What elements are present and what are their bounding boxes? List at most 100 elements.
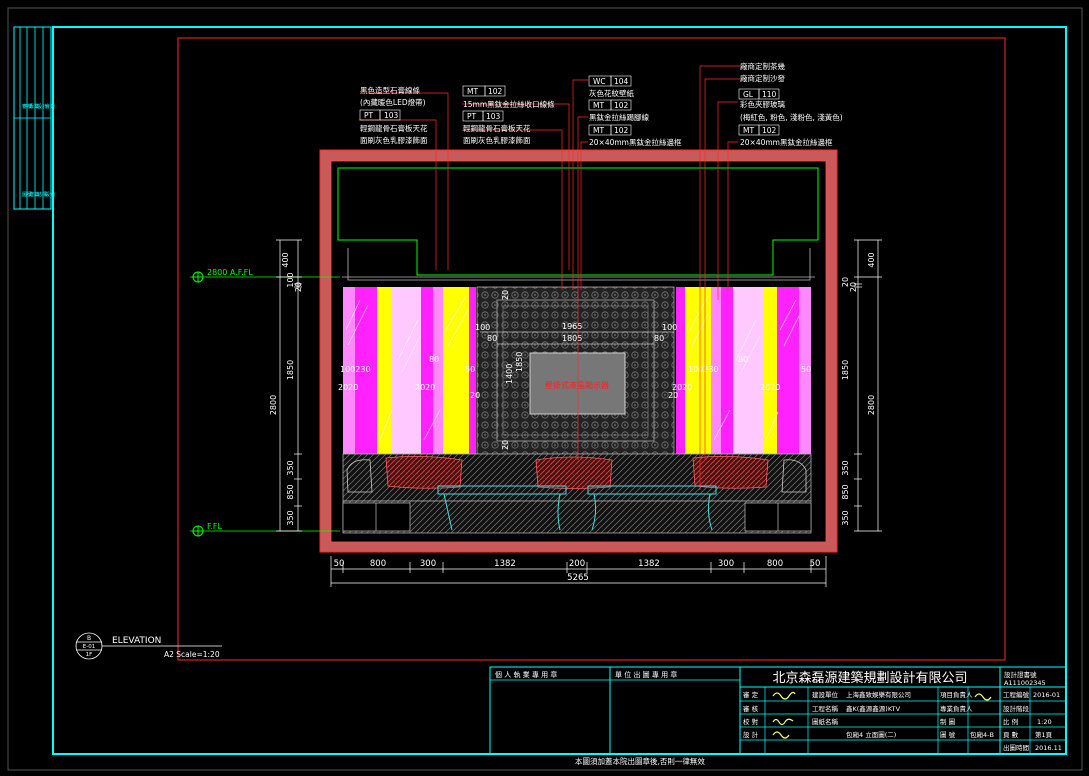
callout-mid-left: MT 102 15mm黑鈦金拉絲收口線條 PT 103 輕鋼龍骨石膏板天花 面刷… — [462, 85, 555, 145]
callout-text: (內藏暖色LED燈帶) — [360, 97, 426, 107]
tb-label: 設計階段 — [1003, 704, 1030, 713]
callout-text: 輕鋼龍骨石膏板天花 — [463, 123, 531, 133]
dim-label: 2020 — [338, 383, 358, 392]
dim-label: 350 — [841, 460, 850, 475]
tag-top: B — [87, 635, 91, 642]
tb-label: 制 圖 — [940, 717, 955, 726]
tb-label: 工程編號 — [1003, 690, 1030, 699]
dim-label: 80 — [487, 334, 497, 343]
tb-value: 2016-01 — [1033, 691, 1060, 699]
callout-text: 20×40mm黑鈦金拉絲邊框 — [589, 137, 682, 147]
elevation-tag: B E-01 1F ELEVATION A2 Scale=1:20 — [75, 632, 222, 660]
callout-text: 廠商定制沙發 — [740, 73, 785, 83]
tb-label: 建設單位 — [812, 690, 839, 699]
dim-label: 300 — [420, 559, 436, 569]
title-block: 北京森磊源建築規劃設計有限公司 設計證書號 A111002345 審 定 建設單… — [739, 666, 1067, 755]
dim-label: 200 — [569, 559, 585, 569]
dim-label: 100230 — [340, 365, 371, 374]
stamp-label: 個 人 執 業 專 用 章 — [495, 670, 557, 679]
dim-label: 50 — [810, 559, 821, 569]
dim-label: 1965 — [562, 322, 582, 331]
dim-label: 20 — [849, 282, 858, 292]
tb-value: 鑫K(鑫源鑫源)KTV — [846, 704, 901, 713]
dim-label: 2020 — [415, 383, 435, 392]
material-tag: MT — [593, 126, 604, 135]
callout-right: 廠商定制茶幾 廠商定制沙發 GL 110 彩色夾膠玻璃 (梅紅色, 粉色, 淺粉… — [738, 61, 843, 147]
material-tag: WC — [593, 77, 606, 86]
callout-left: 黑色造型石膏線條 (內藏暖色LED燈帶) PT 103 輕鋼龍骨石膏板天花 面刷… — [359, 85, 428, 145]
callout-text: 廠商定制茶幾 — [740, 61, 785, 71]
material-code: 103 — [486, 112, 501, 121]
material-code: 103 — [384, 111, 399, 120]
dim-label: 20 — [294, 282, 303, 292]
material-tag: PT — [364, 111, 374, 120]
dim-label: 1382 — [494, 559, 516, 569]
tb-label: 出圖時間 — [1003, 743, 1029, 752]
dim-label: 2020 — [760, 383, 780, 392]
floor-level-label: F.FL — [207, 522, 222, 531]
material-code: 102 — [614, 126, 629, 135]
material-code: 110 — [762, 90, 777, 99]
binding-strip: 審核 專業 設計 會簽 圖號 建築 結構 設備 — [13, 26, 55, 210]
material-code: 102 — [488, 87, 503, 96]
dim-label: 350 — [286, 460, 295, 475]
level-markers: 2800 A.F.FL F.FL — [190, 268, 340, 537]
dim-label: 300 — [718, 559, 734, 569]
tb-label: 項目負責人 — [940, 690, 973, 699]
company-name: 北京森磊源建築規劃設計有限公司 — [772, 670, 967, 686]
tb-value: 2016.11 — [1035, 744, 1062, 752]
footer-note: 本圖須加蓋本院出圖章後,否則一律無效 — [575, 756, 705, 766]
dim-label: 1805 — [562, 334, 582, 343]
callout-text: 面刷灰色乳膠漆飾面 — [360, 135, 428, 145]
tag-mid: E-01 — [83, 644, 95, 650]
dim-label: 80 — [654, 334, 664, 343]
callout-text: 黑鈦金拉絲踢腳線 — [589, 112, 649, 122]
sofa-cushions — [346, 456, 807, 493]
material-tag: MT — [467, 87, 478, 96]
dim-label: 1382 — [638, 559, 660, 569]
dim-label: 20 — [470, 391, 480, 400]
tb-label: 校 對 — [743, 717, 759, 726]
tb-label: 工程名稱 — [812, 704, 839, 713]
dim-label: 850 — [286, 484, 295, 499]
dim-label: 1850 — [515, 352, 524, 372]
ceiling-level-label: 2800 A.F.FL — [207, 268, 253, 277]
tb-value: 第1頁 — [1035, 730, 1053, 739]
dim-label: 80 — [429, 355, 439, 364]
material-code: 102 — [614, 101, 629, 110]
dim-label: 350 — [841, 510, 850, 525]
callout-text: 面刷灰色乳膠漆飾面 — [463, 135, 531, 145]
sofa-base — [342, 500, 812, 534]
tb-value: 包廂4-B — [970, 730, 994, 739]
dim-label: 800 — [370, 559, 386, 569]
tb-label: 頁 數 — [1003, 730, 1019, 739]
tb-label: 審 定 — [743, 690, 759, 699]
stamp-label: 單 位 出 圖 專 用 章 — [615, 670, 677, 679]
dim-label: 100230 — [688, 365, 719, 374]
dim-label: 1850 — [286, 360, 295, 380]
tag-bot: 1F — [86, 652, 93, 658]
material-code: 102 — [762, 126, 777, 135]
callout-text: 輕鋼龍骨石膏板天花 — [360, 123, 428, 133]
elevation-scale: A2 Scale=1:20 — [164, 650, 220, 659]
dim-label: 100 — [662, 323, 677, 332]
tb-label: 專業負責人 — [940, 704, 973, 713]
tb-value: 1:20 — [1037, 718, 1052, 726]
dim-label: 800 — [767, 559, 783, 569]
elevation-title: ELEVATION — [112, 636, 161, 646]
strip-label: 會簽 — [45, 103, 55, 110]
strip-label: 設備 — [45, 191, 55, 198]
callout-text: 黑色造型石膏線條 — [360, 85, 420, 95]
callout-text: (梅紅色, 粉色, 淺粉色, 淺黃色) — [740, 112, 843, 122]
cad-drawing-canvas: 審核 專業 設計 會簽 圖號 建築 結構 設備 壁掛式液晶顯示器 2800 A.… — [7, 7, 1083, 771]
dim-label: 80 — [738, 355, 748, 364]
material-tag: MT — [593, 101, 604, 110]
dim-label: 400 — [281, 252, 290, 267]
dim-label: 1850 — [841, 360, 850, 380]
dim-label: 400 — [867, 252, 876, 267]
dim-label: 20 — [501, 440, 510, 450]
material-tag: GL — [743, 90, 754, 99]
tb-label: 圖紙名稱 — [812, 717, 839, 726]
dim-label: 50 — [801, 365, 811, 374]
dim-label: 20 — [668, 391, 678, 400]
